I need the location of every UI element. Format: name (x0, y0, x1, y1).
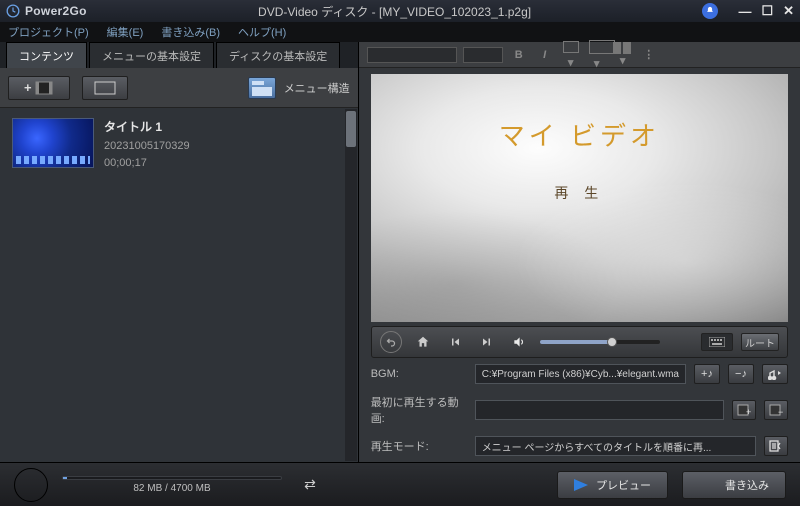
italic-button[interactable]: I (535, 49, 555, 61)
return-button[interactable] (380, 331, 402, 353)
play-icon (574, 479, 588, 491)
preview-button-label: プレビュー (596, 477, 651, 493)
bgm-remove-button[interactable]: −♪ (728, 364, 754, 384)
preview-button[interactable]: プレビュー (557, 471, 668, 499)
home-button[interactable] (412, 331, 434, 353)
app-logo: Power2Go (6, 4, 87, 18)
bottom-bar: 82 MB / 4700 MB ⇄ プレビュー 書き込み (0, 462, 800, 506)
burn-icon (699, 476, 717, 494)
bold-button[interactable]: B (509, 49, 529, 61)
menu-project[interactable]: プロジェクト(P) (8, 24, 89, 40)
clip-duration: 00;00;17 (104, 157, 190, 169)
menu-structure-button[interactable]: メニュー構造 (248, 77, 350, 99)
bgm-settings-button[interactable] (762, 364, 788, 384)
title-bar: Power2Go DVD-Video ディスク - [MY_VIDEO_1020… (0, 0, 800, 22)
preview-title[interactable]: マイ ビデオ (499, 116, 660, 153)
menu-preview[interactable]: マイ ビデオ 再 生 (371, 74, 788, 322)
tab-contents[interactable]: コンテンツ (6, 42, 87, 68)
left-toolbar: + メニュー構造 (0, 68, 358, 108)
clip-thumbnail (12, 118, 94, 168)
list-item[interactable]: タイトル 1 20231005170329 00;00;17 (0, 108, 358, 179)
right-panel: B I ▾ ▾ ▾ ⋮ マイ ビデオ 再 生 (359, 42, 800, 462)
font-family-select[interactable] (367, 47, 457, 63)
burn-button-label: 書き込み (725, 477, 769, 493)
menu-help[interactable]: ヘルプ(H) (238, 24, 286, 40)
volume-icon[interactable] (508, 331, 530, 353)
bgm-label: BGM: (371, 368, 467, 380)
capacity-text: 82 MB / 4700 MB (62, 483, 282, 494)
add-title-button[interactable]: + (8, 76, 70, 100)
close-button[interactable]: ✕ (783, 3, 794, 19)
switch-task-button[interactable]: ⇄ (296, 475, 324, 495)
prev-button[interactable] (444, 331, 466, 353)
next-button[interactable] (476, 331, 498, 353)
capacity-meter: 82 MB / 4700 MB (62, 476, 282, 494)
align-button[interactable]: ▾ (613, 42, 633, 67)
preview-play-label[interactable]: 再 生 (554, 183, 604, 203)
volume-slider[interactable] (540, 340, 660, 344)
svg-text:+: + (24, 81, 32, 95)
left-tabs: コンテンツ メニューの基本設定 ディスクの基本設定 (0, 42, 358, 68)
first-play-remove-button[interactable]: − (764, 400, 788, 420)
burn-button[interactable]: 書き込み (682, 471, 786, 499)
border-color-button[interactable]: ▾ (587, 40, 607, 70)
clip-timestamp: 20231005170329 (104, 140, 190, 152)
transport-bar: ルート (371, 326, 788, 358)
disc-icon (14, 468, 48, 502)
left-panel: コンテンツ メニューの基本設定 ディスクの基本設定 + メニュー構造 (0, 42, 359, 462)
play-mode-label: 再生モード: (371, 438, 467, 454)
first-play-value[interactable] (475, 400, 724, 420)
text-format-bar: B I ▾ ▾ ▾ ⋮ (359, 42, 800, 68)
minimize-button[interactable]: — (738, 4, 751, 19)
root-button[interactable]: ルート (741, 333, 779, 351)
menu-burn[interactable]: 書き込み(B) (161, 24, 220, 40)
clip-list[interactable]: タイトル 1 20231005170329 00;00;17 (0, 108, 358, 462)
bgm-value[interactable]: C:¥Program Files (x86)¥Cyb...¥elegant.wm… (475, 364, 686, 384)
document-title: DVD-Video ディスク - [MY_VIDEO_102023_1.p2g] (87, 3, 703, 20)
clip-title: タイトル 1 (104, 118, 190, 135)
play-mode-value[interactable]: メニュー ページからすべてのタイトルを順番に再... (475, 436, 756, 456)
first-play-label: 最初に再生する動画: (371, 394, 467, 426)
font-color-button[interactable]: ▾ (561, 41, 581, 69)
tab-disc-settings[interactable]: ディスクの基本設定 (216, 42, 340, 68)
font-size-select[interactable] (463, 47, 503, 63)
scrollbar[interactable] (345, 109, 357, 461)
menu-structure-label: メニュー構造 (284, 80, 350, 96)
play-mode-settings-button[interactable] (764, 436, 788, 456)
svg-text:−: − (778, 407, 783, 416)
frame-button[interactable] (82, 76, 128, 100)
notifications-icon[interactable] (702, 3, 718, 19)
menu-structure-icon (248, 77, 276, 99)
menu-edit[interactable]: 編集(E) (107, 24, 144, 40)
app-name: Power2Go (25, 4, 87, 18)
keyboard-button[interactable] (701, 333, 733, 351)
tab-menu-settings[interactable]: メニューの基本設定 (89, 42, 214, 68)
bgm-add-button[interactable]: +♪ (694, 364, 720, 384)
maximize-button[interactable]: ☐ (761, 3, 773, 19)
menu-properties: BGM: C:¥Program Files (x86)¥Cyb...¥elega… (371, 364, 788, 456)
menu-bar: プロジェクト(P) 編集(E) 書き込み(B) ヘルプ(H) (0, 22, 800, 42)
first-play-add-button[interactable]: + (732, 400, 756, 420)
svg-text:+: + (746, 407, 751, 416)
more-format-button[interactable]: ⋮ (639, 48, 659, 61)
